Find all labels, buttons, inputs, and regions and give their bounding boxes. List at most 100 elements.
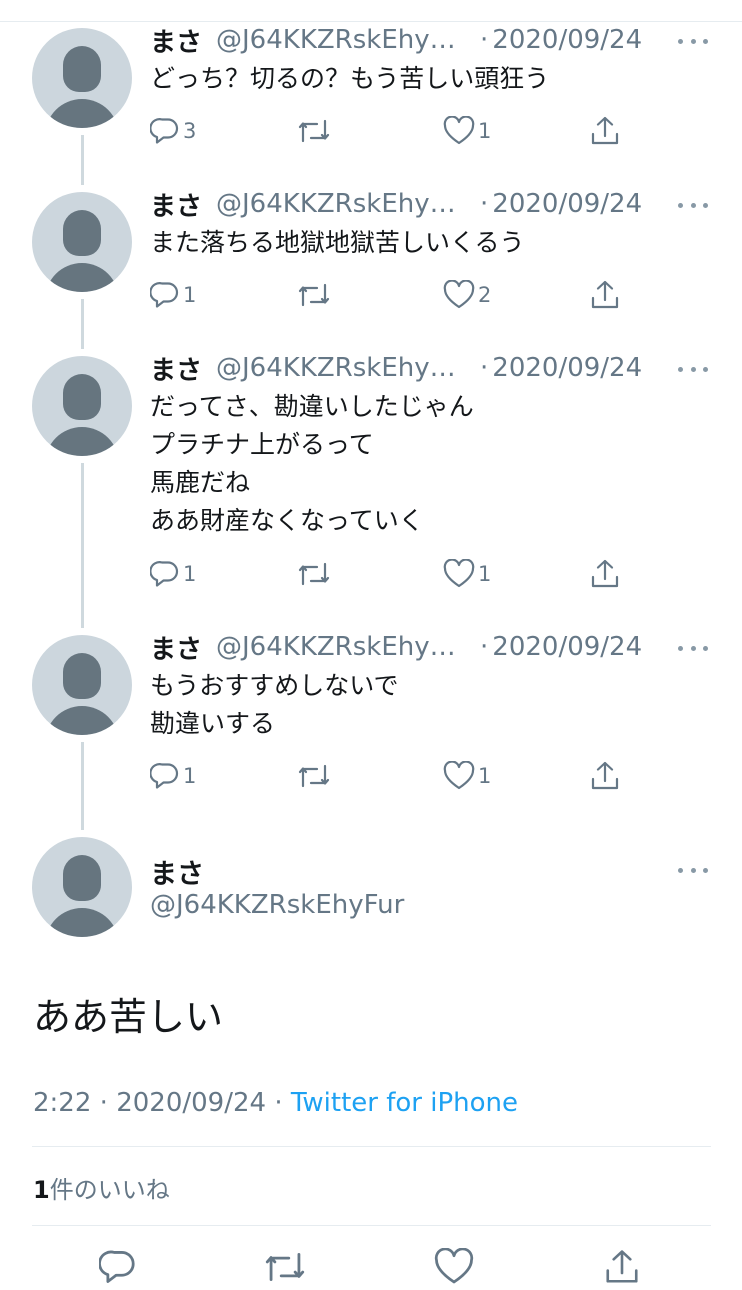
separator-dot: ·: [274, 1088, 283, 1118]
share-icon: [591, 559, 619, 588]
more-icon[interactable]: [678, 364, 708, 374]
reply-icon: [98, 1250, 135, 1283]
tweet-text: もうおすすめしないで 勘違いする: [150, 667, 710, 743]
tweet-date[interactable]: 2020/09/24: [492, 353, 642, 383]
user-name[interactable]: まさ: [150, 22, 202, 59]
share-button[interactable]: [589, 758, 621, 794]
tweet-source-link[interactable]: Twitter for iPhone: [291, 1088, 518, 1118]
tweet-text-line: また落ちる地獄地獄苦しいくるう: [150, 228, 525, 257]
tweet-text-line: 勘違いする: [150, 709, 276, 738]
reply-icon: [150, 282, 179, 308]
user-handle[interactable]: @J64KKZRskEhyFur: [150, 890, 404, 920]
share-icon: [606, 1250, 638, 1283]
reply-button[interactable]: [98, 1248, 137, 1284]
retweet-button[interactable]: [296, 277, 335, 313]
thread-connector: [81, 742, 84, 830]
likes-summary[interactable]: 1件のいいね: [33, 1170, 170, 1205]
separator-dot: ·: [480, 25, 489, 55]
reply-button[interactable]: 1: [150, 556, 196, 592]
tweet-text: どっち？切るの？もう苦しい頭狂う: [150, 60, 710, 98]
divider: [32, 1225, 711, 1226]
tweet-text-line: もうおすすめしないで: [150, 671, 399, 700]
user-handle[interactable]: @J64KKZRskEhy…: [216, 353, 474, 383]
avatar[interactable]: [32, 635, 132, 735]
share-button[interactable]: [589, 556, 621, 592]
user-handle[interactable]: @J64KKZRskEhy…: [216, 189, 474, 219]
user-name[interactable]: まさ: [150, 186, 202, 223]
separator-dot: ·: [480, 353, 489, 383]
avatar[interactable]: [32, 192, 132, 292]
retweet-icon: [298, 283, 330, 307]
like-button[interactable]: [434, 1247, 474, 1284]
retweet-icon: [298, 119, 330, 143]
heart-icon: [443, 761, 475, 790]
retweet-button[interactable]: [296, 556, 335, 592]
tweet-date[interactable]: 2020/09/24: [492, 25, 642, 55]
tweet-text: ああ苦しい: [33, 995, 224, 1039]
user-name[interactable]: まさ: [150, 852, 204, 891]
tweet-text-line: どっち？切るの？もう苦しい頭狂う: [150, 64, 550, 93]
user-handle[interactable]: @J64KKZRskEhy…: [216, 632, 474, 662]
like-button[interactable]: 1: [443, 758, 491, 794]
tweet-text-line: プラチナ上がるって: [150, 430, 374, 459]
like-count: 1: [478, 119, 492, 143]
reply-count: 1: [183, 283, 197, 307]
tweet-date[interactable]: 2020/09/24: [492, 632, 642, 662]
tweet-text-line: だってさ、勘違いしたじゃん: [150, 392, 474, 421]
reply-count: 1: [183, 562, 197, 586]
tweet-text: だってさ、勘違いしたじゃん プラチナ上がるって 馬鹿だね ああ財産なくなっていく: [150, 388, 710, 540]
separator-dot: ·: [480, 189, 489, 219]
reply-count: 3: [183, 119, 197, 143]
like-button[interactable]: 1: [443, 556, 491, 592]
more-icon[interactable]: [678, 36, 708, 46]
heart-icon: [443, 280, 475, 309]
thread-connector: [81, 299, 84, 349]
tweet-time: 2:22: [33, 1088, 92, 1118]
tweet-text-line: 馬鹿だね: [150, 468, 251, 497]
more-icon[interactable]: [678, 643, 708, 653]
tweet-text-line: ああ財産なくなっていく: [150, 506, 424, 535]
reply-button[interactable]: 1: [150, 277, 196, 313]
retweet-button[interactable]: [296, 758, 335, 794]
thread-connector: [81, 135, 84, 185]
tweet-meta: 2:22 · 2020/09/24 · Twitter for iPhone: [33, 1088, 518, 1118]
share-icon: [591, 280, 619, 309]
separator-dot: ·: [99, 1088, 108, 1118]
avatar[interactable]: [32, 837, 132, 937]
retweet-icon: [265, 1252, 305, 1282]
retweet-button[interactable]: [262, 1248, 308, 1284]
like-count: 2: [478, 283, 492, 307]
avatar[interactable]: [32, 356, 132, 456]
more-icon[interactable]: [678, 865, 708, 875]
like-button[interactable]: 1: [443, 113, 491, 149]
tweet-text: また落ちる地獄地獄苦しいくるう: [150, 224, 710, 262]
reply-icon: [150, 561, 179, 587]
user-name[interactable]: まさ: [150, 350, 202, 387]
more-icon[interactable]: [678, 200, 708, 210]
like-count: 1: [478, 764, 492, 788]
share-button[interactable]: [603, 1248, 641, 1284]
reply-button[interactable]: 3: [150, 113, 196, 149]
reply-count: 1: [183, 764, 197, 788]
retweet-button[interactable]: [296, 113, 335, 149]
avatar[interactable]: [32, 28, 132, 128]
user-name[interactable]: まさ: [150, 629, 202, 666]
share-icon: [591, 761, 619, 790]
reply-icon: [150, 118, 179, 144]
tweet-date: 2020/09/24: [116, 1088, 267, 1118]
user-handle[interactable]: @J64KKZRskEhy…: [216, 25, 474, 55]
like-button[interactable]: 2: [443, 277, 491, 313]
separator-dot: ·: [480, 632, 489, 662]
heart-icon: [443, 116, 475, 145]
share-icon: [591, 116, 619, 145]
tweet-date[interactable]: 2020/09/24: [492, 189, 642, 219]
share-button[interactable]: [589, 113, 621, 149]
likes-count: 1: [33, 1176, 50, 1204]
heart-icon: [434, 1247, 474, 1284]
likes-label: 件のいいね: [49, 1176, 170, 1204]
retweet-icon: [298, 562, 330, 586]
like-count: 1: [478, 562, 492, 586]
share-button[interactable]: [589, 277, 621, 313]
reply-button[interactable]: 1: [150, 758, 196, 794]
divider: [32, 1146, 711, 1147]
